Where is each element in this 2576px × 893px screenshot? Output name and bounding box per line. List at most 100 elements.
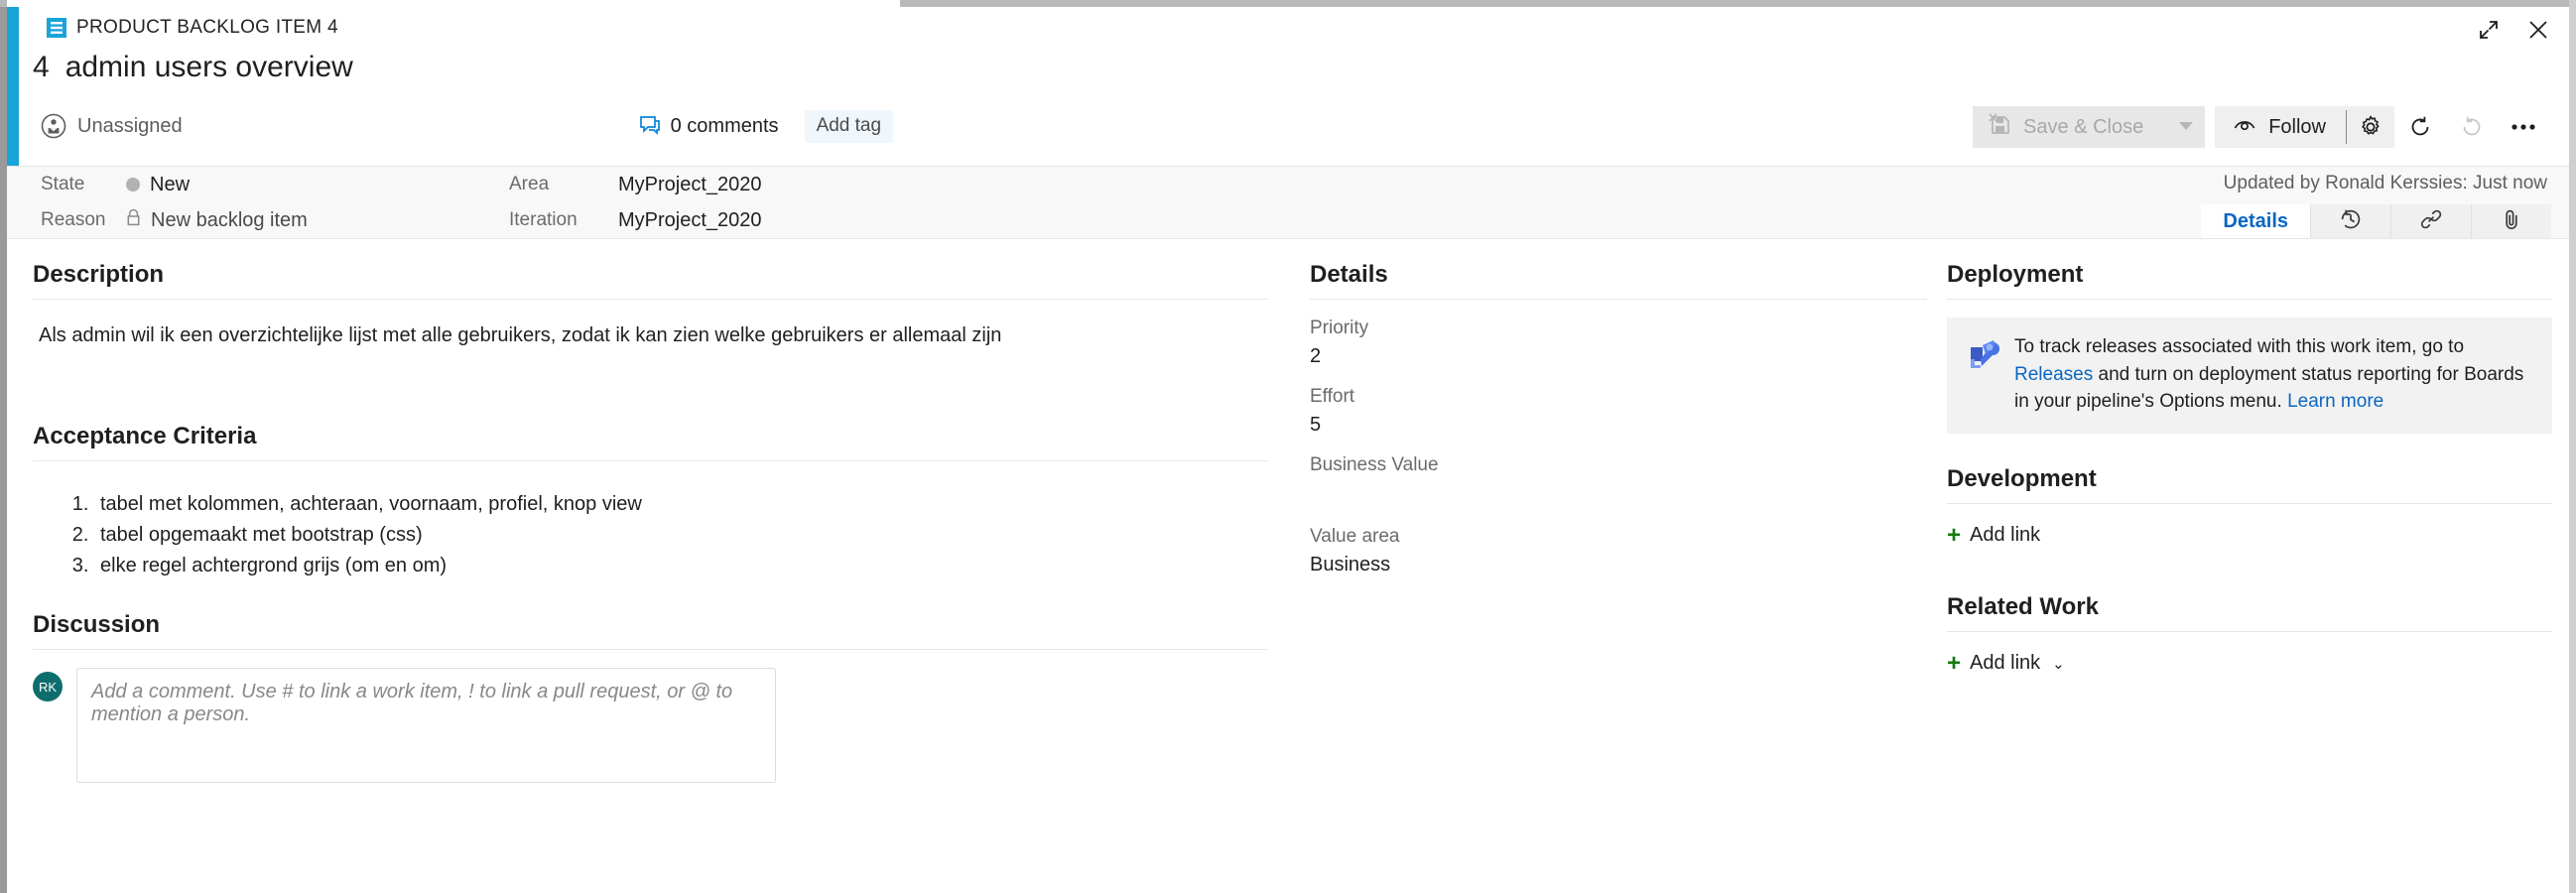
deployment-divider: [1947, 299, 2552, 300]
save-close-label: Save & Close: [2023, 115, 2144, 138]
window-left-edge: [0, 0, 7, 893]
learn-more-link[interactable]: Learn more: [2287, 391, 2383, 412]
details-heading: Details: [1310, 261, 1388, 288]
discussion-heading: Discussion: [33, 611, 161, 638]
work-item-body: Description Als admin wil ik een overzic…: [7, 239, 2569, 893]
tab-attachments[interactable]: [2472, 204, 2551, 238]
list-item: tabel met kolommen, achteraan, voornaam,…: [94, 489, 1268, 520]
follow-eye-icon: [2233, 115, 2256, 140]
azure-rocket-icon: [1963, 335, 2000, 373]
state-value-label: New: [150, 173, 191, 195]
description-text: Als admin wil ik een overzichtelijke lij…: [39, 324, 1002, 346]
priority-label: Priority: [1310, 318, 1369, 338]
details-column: Details Priority 2 Effort 5 Business Val…: [1310, 239, 1927, 576]
reason-value-label: New backlog item: [151, 208, 308, 231]
deployment-message: To track releases associated with this w…: [2014, 333, 2534, 416]
right-column: Deployment To track releases associated …: [1947, 239, 2552, 676]
assignee-field[interactable]: Unassigned: [41, 113, 183, 139]
deployment-text-part1: To track releases associated with this w…: [2014, 336, 2465, 357]
tab-details-label: Details: [2223, 209, 2288, 232]
development-heading: Development: [1947, 464, 2097, 492]
more-ellipsis-icon[interactable]: [2498, 106, 2549, 148]
iteration-value: MyProject_2020: [618, 208, 762, 231]
work-item-fields-strip: State New Reason New backlog item Area M…: [7, 167, 2569, 239]
related-work-add-link-label: Add link: [1970, 652, 2041, 675]
chevron-down-icon[interactable]: ⌄: [2052, 655, 2065, 673]
reason-value: New backlog item: [126, 208, 308, 232]
area-value: MyProject_2020: [618, 173, 762, 195]
tab-details[interactable]: Details: [2201, 204, 2311, 238]
follow-label: Follow: [2268, 115, 2326, 138]
updated-by-status: Updated by Ronald Kerssies: Just now: [2223, 173, 2547, 193]
work-item-dialog-screen: PRODUCT BACKLOG ITEM 4 4 admin users ove…: [0, 0, 2576, 893]
value-area-value: Business: [1310, 554, 1391, 575]
expand-icon[interactable]: [2476, 17, 2502, 43]
related-work-heading: Related Work: [1947, 592, 2099, 620]
tab-history[interactable]: [2311, 204, 2391, 238]
avatar: RK: [33, 672, 63, 702]
effort-value: 5: [1310, 414, 1322, 436]
reason-field-row[interactable]: Reason New backlog item: [41, 202, 308, 238]
state-dot-icon: [126, 178, 140, 191]
acceptance-criteria-list[interactable]: tabel met kolommen, achteraan, voornaam,…: [33, 461, 1268, 581]
assignee-name: Unassigned: [77, 114, 183, 137]
follow-group: Follow: [2215, 106, 2394, 148]
history-icon: [2339, 207, 2363, 236]
effort-label: Effort: [1310, 386, 1355, 407]
close-icon[interactable]: [2525, 17, 2551, 43]
acceptance-criteria-heading: Acceptance Criteria: [33, 423, 257, 449]
related-work-add-link-button[interactable]: + Add link ⌄: [1947, 632, 2552, 676]
state-field-row[interactable]: State New: [41, 167, 308, 202]
description-block[interactable]: Als admin wil ik een overzichtelijke lij…: [33, 300, 1268, 387]
iteration-label: Iteration: [509, 209, 578, 230]
iteration-field-row[interactable]: Iteration MyProject_2020: [509, 202, 762, 238]
comment-input[interactable]: [76, 668, 776, 783]
work-item-title-row: 4 admin users overview: [33, 51, 353, 84]
gear-icon[interactable]: [2347, 106, 2394, 148]
plus-icon: +: [1947, 649, 1962, 677]
follow-button[interactable]: Follow: [2215, 106, 2346, 148]
work-item-header: PRODUCT BACKLOG ITEM 4 4 admin users ove…: [7, 7, 2569, 167]
page-title[interactable]: admin users overview: [65, 51, 353, 84]
description-heading: Description: [33, 261, 165, 288]
value-area-label: Value area: [1310, 526, 1400, 547]
detail-field-business-value[interactable]: Business Value: [1310, 437, 1927, 508]
undo-icon[interactable]: [2446, 106, 2498, 148]
comment-icon: [639, 115, 661, 137]
development-add-link-label: Add link: [1970, 524, 2041, 547]
work-item-toolbar: Save & Close Follow: [1973, 106, 2549, 148]
area-iteration-column: Area MyProject_2020 Iteration MyProject_…: [509, 167, 762, 238]
comments-count-label: 0 comments: [670, 114, 779, 137]
lock-icon: [126, 208, 141, 232]
detail-field-effort[interactable]: Effort 5: [1310, 368, 1927, 437]
area-field-row[interactable]: Area MyProject_2020: [509, 167, 762, 202]
work-item-dialog: PRODUCT BACKLOG ITEM 4 4 admin users ove…: [7, 7, 2569, 893]
caret-down-icon[interactable]: [2179, 118, 2194, 136]
list-item: tabel opgemaakt met bootstrap (css): [94, 520, 1268, 551]
link-icon: [2419, 207, 2443, 236]
priority-value: 2: [1310, 345, 1322, 367]
work-item-type-label: PRODUCT BACKLOG ITEM 4: [76, 17, 338, 38]
business-value-value: [1310, 482, 1927, 508]
state-reason-column: State New Reason New backlog item: [41, 167, 308, 238]
add-tag-button[interactable]: Add tag: [804, 109, 894, 143]
attachment-icon: [2500, 207, 2523, 236]
state-value: New: [126, 174, 190, 196]
window-top-highlight: [7, 0, 900, 7]
comments-link[interactable]: 0 comments: [639, 115, 779, 138]
plus-icon: +: [1947, 521, 1962, 549]
detail-field-priority[interactable]: Priority 2: [1310, 300, 1927, 368]
work-item-meta-row: Unassigned 0 comments Add tag: [41, 109, 894, 143]
releases-link[interactable]: Releases: [2014, 364, 2093, 385]
save-close-icon: [1989, 113, 2011, 141]
state-label: State: [41, 174, 85, 194]
reason-label: Reason: [41, 209, 106, 230]
detail-field-value-area[interactable]: Value area Business: [1310, 508, 1927, 576]
work-item-tabs: Details: [2201, 204, 2551, 238]
refresh-icon[interactable]: [2394, 106, 2446, 148]
development-add-link-button[interactable]: + Add link: [1947, 504, 2552, 548]
tab-links[interactable]: [2391, 204, 2472, 238]
save-and-close-button[interactable]: Save & Close: [1973, 106, 2206, 148]
work-item-type-row: PRODUCT BACKLOG ITEM 4: [47, 17, 338, 39]
person-icon: [41, 113, 66, 139]
